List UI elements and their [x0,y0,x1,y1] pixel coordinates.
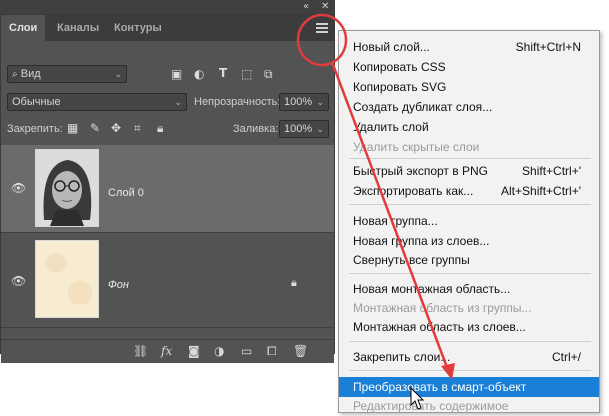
menu-item-shortcut: Shift+Ctrl+N [515,40,581,54]
menu-item-label: Редактировать содержимое [353,399,509,413]
layer-name[interactable]: Слой 0 [108,187,144,199]
adjustment-layer-icon[interactable]: ◑ [214,344,224,358]
fx-icon[interactable]: fx [161,344,172,358]
menu-separator [349,273,591,274]
layer-filter-select[interactable]: ⌕ Вид ⌄ [7,65,127,83]
collapse-icon[interactable]: « [303,1,309,12]
menu-item-delete-hidden-layers: Удалить скрытые слои [339,137,599,157]
chevron-down-icon: ⌄ [316,124,324,134]
menu-item-edit-contents: Редактировать содержимое [339,396,599,416]
menu-item-quick-export-png[interactable]: Быстрый экспорт в PNG Shift+Ctrl+' [339,161,599,181]
image-filter-icon[interactable]: ▣ [171,67,182,81]
menu-item-label: Копировать SVG [353,80,447,94]
layer-name[interactable]: Фон [108,279,129,291]
menu-item-label: Монтажная область из группы... [353,301,532,315]
shape-filter-icon[interactable]: ⬚ [241,67,252,81]
fill-label: Заливка: [233,123,279,135]
menu-item-convert-to-smart-object[interactable]: Преобразовать в смарт-объект [339,377,599,397]
add-mask-icon[interactable]: ◙ [188,344,200,358]
close-icon[interactable]: ✕ [321,1,329,12]
chevron-down-icon: ⌄ [316,97,324,107]
opacity-label: Непрозрачность: [194,96,281,108]
menu-item-shortcut: Alt+Shift+Ctrl+' [501,184,581,198]
menu-item-group-from-layers[interactable]: Новая группа из слоев... [339,231,599,251]
menu-item-label: Новая монтажная область... [353,282,511,296]
menu-item-label: Экспортировать как... [353,184,474,198]
new-layer-icon[interactable]: ⧠ [267,344,277,359]
lock-label: Закрепить: [7,123,63,135]
menu-item-label: Удалить слой [353,120,429,134]
filter-label: Вид [20,68,41,80]
menu-item-artboard-from-layers[interactable]: Монтажная область из слоев... [339,317,599,337]
layers-bottom-toolbar: ⛓ fx ◙ ◑ ▭ ⧠ 🗑︎ [1,339,334,363]
trash-icon[interactable]: 🗑︎ [293,344,308,358]
lock-pixels-icon[interactable]: ✎ [90,121,100,135]
panel-titlebar: « ✕ [0,0,335,14]
lock-icon: 🔒︎ [291,276,297,289]
parchment-thumbnail-image [36,241,98,317]
chevron-down-icon: ⌄ [114,69,122,79]
menu-separator [349,370,591,371]
menu-item-collapse-groups[interactable]: Свернуть все группы [339,250,599,270]
menu-item-duplicate-layer[interactable]: Создать дубликат слоя... [339,97,599,117]
blend-mode-select[interactable]: Обычные ⌄ [7,93,187,111]
lock-transparency-icon[interactable]: ▦ [67,121,78,135]
opacity-value: 100% [284,96,313,108]
fill-field[interactable]: 100% ⌄ [279,120,329,138]
menu-item-label: Новая группа... [353,214,438,228]
lock-position-icon[interactable]: ✥ [111,121,121,135]
opacity-field[interactable]: 100% ⌄ [279,93,329,111]
menu-separator [349,341,591,342]
menu-item-new-artboard[interactable]: Новая монтажная область... [339,279,599,299]
search-icon: ⌕ [12,69,21,80]
tab-layers[interactable]: Слои [1,15,46,41]
eye-icon[interactable]: 👁︎ [11,181,26,195]
menu-item-export-as[interactable]: Экспортировать как... Alt+Shift+Ctrl+' [339,181,599,201]
chevron-down-icon: ⌄ [174,97,182,107]
menu-item-label: Удалить скрытые слои [353,140,480,154]
smart-object-filter-icon[interactable]: ⧉ [264,67,273,82]
folder-icon[interactable]: ▭ [241,344,252,358]
menu-item-label: Копировать CSS [353,60,446,74]
menu-item-delete-layer[interactable]: Удалить слой [339,117,599,137]
menu-item-label: Свернуть все группы [353,253,470,267]
panel-flyout-menu: Новый слой... Shift+Ctrl+N Копировать CSS… [338,30,600,413]
layer-row[interactable]: 👁︎ Фон 🔒︎ [1,234,334,328]
lock-artboard-icon[interactable]: ⌗ [134,121,141,136]
menu-item-artboard-from-group: Монтажная область из группы... [339,298,599,318]
adjustment-filter-icon[interactable]: ◐ [194,67,204,81]
menu-item-label: Быстрый экспорт в PNG [353,164,488,178]
layer-thumbnail [35,240,99,318]
menu-item-label: Монтажная область из слоев... [353,320,526,334]
menu-item-new-layer[interactable]: Новый слой... Shift+Ctrl+N [339,37,599,57]
link-layers-icon[interactable]: ⛓ [133,344,148,358]
layer-thumbnail [35,149,99,227]
menu-item-label: Закрепить слои... [353,350,451,364]
blend-mode-value: Обычные [12,96,61,108]
text-filter-icon[interactable]: T [219,66,227,80]
portrait-thumbnail-image [36,150,98,226]
menu-item-shortcut: Shift+Ctrl+' [522,164,581,178]
tab-paths[interactable]: Контуры [106,15,170,41]
panel-menu-icon[interactable] [316,23,328,33]
lock-all-icon[interactable]: 🔒︎ [157,121,163,136]
menu-item-shortcut: Ctrl+/ [551,350,581,364]
fill-value: 100% [284,123,313,135]
menu-item-lock-layers[interactable]: Закрепить слои... Ctrl+/ [339,347,599,367]
menu-item-label: Новый слой... [353,40,430,54]
menu-item-copy-svg[interactable]: Копировать SVG [339,77,599,97]
layer-row[interactable]: 👁︎ Слой 0 [1,145,334,233]
menu-separator [349,204,591,205]
menu-item-label: Создать дубликат слоя... [353,100,493,114]
menu-item-label: Преобразовать в смарт-объект [353,380,527,394]
eye-icon[interactable]: 👁︎ [11,274,26,288]
menu-item-copy-css[interactable]: Копировать CSS [339,57,599,77]
menu-item-new-group[interactable]: Новая группа... [339,211,599,231]
panel-tab-bar: Слои Каналы Контуры [1,15,334,41]
tab-channels[interactable]: Каналы [49,15,107,41]
menu-item-label: Новая группа из слоев... [353,234,490,248]
menu-separator [349,158,591,159]
layers-panel: Слои Каналы Контуры ⌕ Вид ⌄ ▣ ◐ T ⬚ ⧉ Об… [0,14,335,363]
